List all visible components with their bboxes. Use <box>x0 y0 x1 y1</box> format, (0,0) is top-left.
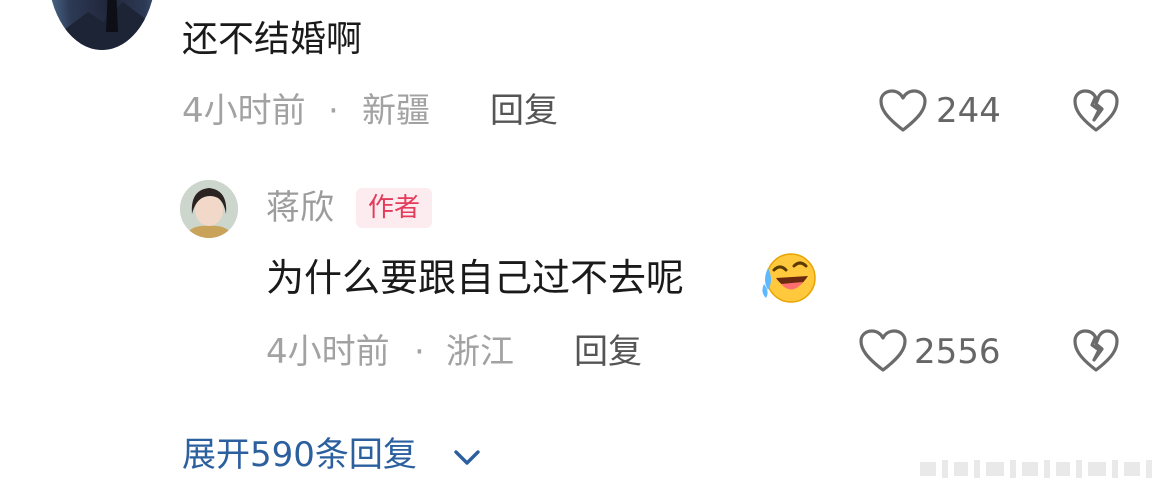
broken-heart-icon[interactable] <box>1072 88 1120 134</box>
comment-reply-button[interactable]: 回复 <box>490 89 558 133</box>
expand-replies-link[interactable]: 展开590条回复 <box>182 432 417 478</box>
reply-author-name[interactable]: 蒋欣 <box>266 186 334 230</box>
comment-like-count: 244 <box>936 91 1001 131</box>
reply-text: 为什么要跟自己过不去呢 <box>266 256 685 300</box>
comment-location: 新疆 <box>362 91 430 131</box>
meta-separator: · <box>328 91 339 131</box>
heart-outline-icon[interactable] <box>858 328 908 374</box>
author-badge: 作者 <box>356 188 433 228</box>
broken-heart-icon[interactable] <box>1072 328 1120 374</box>
reply-reply-button[interactable]: 回复 <box>574 330 642 374</box>
meta-separator: · <box>414 332 425 372</box>
reply-like-count: 2556 <box>914 332 1001 372</box>
expand-replies-label: 展开590条回复 <box>182 435 417 475</box>
author-avatar[interactable] <box>180 180 238 238</box>
laughing-crying-emoji <box>760 250 818 306</box>
comment-text: 还不结婚啊 <box>182 19 363 60</box>
heart-outline-icon[interactable] <box>878 88 928 134</box>
reply-location: 浙江 <box>446 332 514 372</box>
comment-time: 4小时前 <box>182 91 306 131</box>
reply-time: 4小时前 <box>266 332 390 372</box>
chevron-down-icon[interactable] <box>452 444 482 470</box>
commenter-avatar[interactable] <box>48 0 156 50</box>
watermark <box>920 458 1160 480</box>
